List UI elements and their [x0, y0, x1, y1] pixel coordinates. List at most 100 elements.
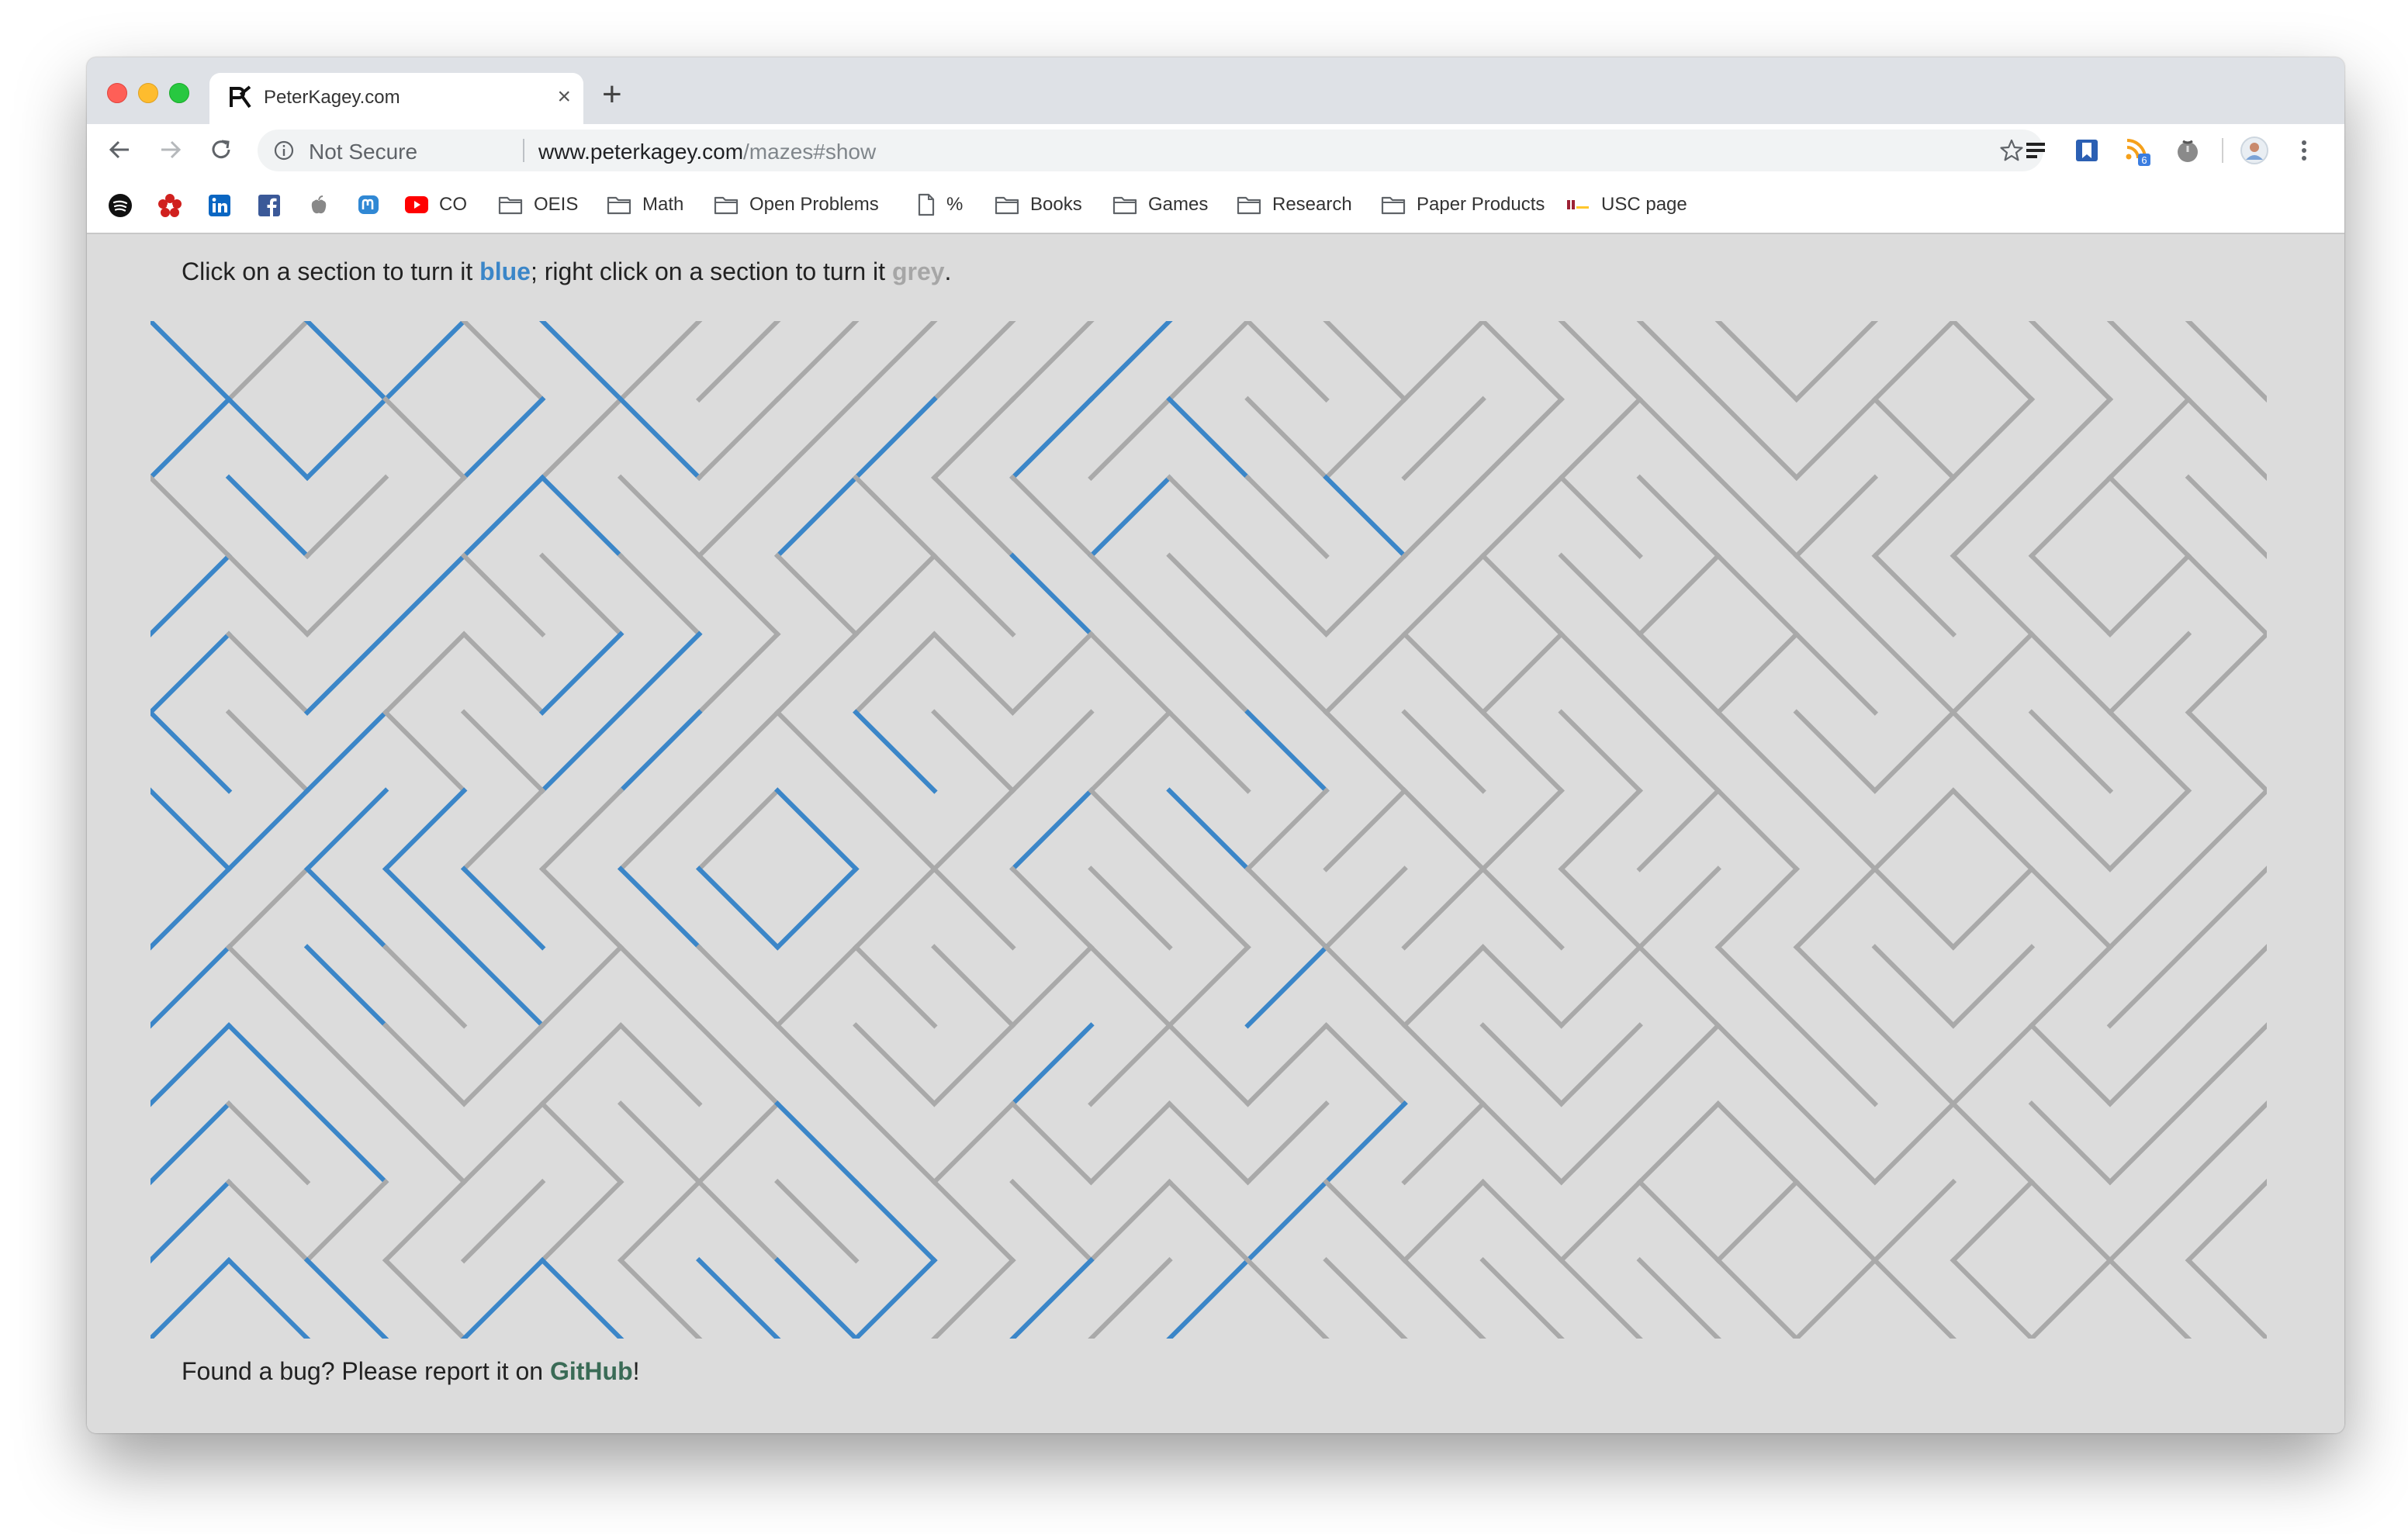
- maze-section-blue[interactable]: [1009, 396, 1095, 482]
- maze-section-grey[interactable]: [1636, 1178, 1721, 1264]
- maze-section-grey[interactable]: [1558, 865, 1643, 951]
- maze-section-grey[interactable]: [1950, 709, 2036, 794]
- maze-section-grey[interactable]: [696, 552, 781, 637]
- maze-section-grey[interactable]: [1714, 709, 1801, 794]
- maze-section-grey[interactable]: [2185, 1100, 2267, 1186]
- maze-section-grey[interactable]: [460, 1100, 546, 1186]
- maze-section-grey[interactable]: [1088, 396, 1173, 482]
- maze-section-grey[interactable]: [2028, 787, 2114, 872]
- maze-section-grey[interactable]: [617, 1022, 703, 1107]
- maze-section-grey[interactable]: [2185, 552, 2267, 637]
- maze-section-grey[interactable]: [538, 865, 624, 951]
- maze-section-grey[interactable]: [1479, 552, 1565, 637]
- maze-section-grey[interactable]: [1714, 1022, 1801, 1107]
- maze-section-blue[interactable]: [460, 944, 546, 1029]
- maze-section-blue[interactable]: [617, 631, 703, 716]
- maze-section-grey[interactable]: [1323, 944, 1408, 1029]
- maze-section-grey[interactable]: [931, 552, 1016, 637]
- zoom-window-button[interactable]: [169, 83, 189, 103]
- maze-section-grey[interactable]: [1793, 709, 1879, 794]
- maze-section-grey[interactable]: [1714, 944, 1801, 1029]
- maze-section-grey[interactable]: [1479, 944, 1565, 1029]
- maze-section-grey[interactable]: [303, 552, 389, 637]
- maze-section-grey[interactable]: [1323, 1256, 1408, 1339]
- maze-section-grey[interactable]: [382, 631, 468, 716]
- maze-section-grey[interactable]: [225, 1100, 311, 1186]
- maze-section-grey[interactable]: [1950, 1256, 2036, 1339]
- maze-canvas[interactable]: [150, 321, 2267, 1339]
- maze-section-blue[interactable]: [1009, 1022, 1095, 1107]
- maze-section-grey[interactable]: [225, 552, 311, 637]
- maze-section-blue[interactable]: [1088, 321, 1173, 403]
- maze-section-grey[interactable]: [1401, 1178, 1486, 1264]
- maze-section-grey[interactable]: [1558, 944, 1643, 1029]
- maze-section-grey[interactable]: [382, 474, 468, 560]
- maze-section-grey[interactable]: [853, 631, 938, 716]
- maze-section-grey[interactable]: [1479, 865, 1565, 951]
- maze-section-blue[interactable]: [150, 396, 233, 482]
- maze-section-blue[interactable]: [150, 631, 233, 716]
- maze-section-grey[interactable]: [1244, 631, 1330, 716]
- maze-section-grey[interactable]: [2106, 787, 2192, 872]
- maze-section-blue[interactable]: [853, 1178, 938, 1264]
- maze-section-grey[interactable]: [1793, 1100, 1879, 1186]
- maze-section-blue[interactable]: [538, 1256, 624, 1339]
- maze-section-grey[interactable]: [1871, 709, 1957, 794]
- maze-section-grey[interactable]: [460, 787, 546, 872]
- maze-section-grey[interactable]: [1793, 1178, 1879, 1264]
- maze-section-grey[interactable]: [1401, 787, 1486, 872]
- maze-section-grey[interactable]: [1401, 396, 1486, 482]
- maze-section-grey[interactable]: [1401, 709, 1486, 794]
- maze-section-grey[interactable]: [1009, 865, 1095, 951]
- maze-section-grey[interactable]: [2185, 396, 2267, 482]
- maze-section-grey[interactable]: [1479, 474, 1565, 560]
- maze-section-grey[interactable]: [2185, 787, 2267, 872]
- maze-section-grey[interactable]: [1558, 396, 1643, 482]
- maze-section-grey[interactable]: [538, 787, 624, 872]
- maze-section-grey[interactable]: [2028, 552, 2114, 637]
- maze-section-grey[interactable]: [1401, 1100, 1486, 1186]
- maze-section-grey[interactable]: [1088, 552, 1173, 637]
- maze-section-blue[interactable]: [538, 321, 624, 403]
- maze-section-grey[interactable]: [1009, 709, 1095, 794]
- maze-section-grey[interactable]: [1244, 396, 1330, 482]
- maze-section-grey[interactable]: [2185, 631, 2267, 716]
- maze-section-grey[interactable]: [2028, 396, 2114, 482]
- maze-section-grey[interactable]: [382, 1256, 468, 1339]
- bookmark-oeis[interactable]: OEIS: [498, 191, 578, 219]
- maze-section-grey[interactable]: [1088, 1256, 1173, 1339]
- maze-section-grey[interactable]: [460, 1178, 546, 1264]
- maze-section-grey[interactable]: [2185, 1022, 2267, 1107]
- maze-section-grey[interactable]: [1636, 944, 1721, 1029]
- maze-section-grey[interactable]: [2028, 631, 2114, 716]
- maze-section-blue[interactable]: [1009, 552, 1095, 637]
- maze-section-grey[interactable]: [1950, 1022, 2036, 1107]
- maze-section-grey[interactable]: [1009, 944, 1095, 1029]
- forward-icon[interactable]: [152, 132, 188, 168]
- maze-section-grey[interactable]: [617, 1256, 703, 1339]
- maze-section-grey[interactable]: [1401, 631, 1486, 716]
- maze-section-grey[interactable]: [931, 1256, 1016, 1339]
- maze-section-grey[interactable]: [617, 1100, 703, 1186]
- maze-section-blue[interactable]: [303, 787, 389, 872]
- maze-section-blue[interactable]: [774, 865, 860, 951]
- maze-section-grey[interactable]: [1088, 631, 1173, 716]
- maze-section-grey[interactable]: [931, 944, 1016, 1029]
- maze-section-grey[interactable]: [1323, 865, 1408, 951]
- maze-section-blue[interactable]: [150, 1256, 233, 1339]
- maze-section-grey[interactable]: [1636, 321, 1721, 403]
- maze-section-grey[interactable]: [1793, 787, 1879, 872]
- maze-section-grey[interactable]: [1088, 865, 1173, 951]
- maze-section-grey[interactable]: [1793, 474, 1879, 560]
- bookmark-research[interactable]: Research: [1237, 191, 1352, 219]
- maze-section-grey[interactable]: [1793, 1256, 1879, 1339]
- maze-section-grey[interactable]: [1401, 944, 1486, 1029]
- maze-section-grey[interactable]: [1950, 1178, 2036, 1264]
- maze-section-grey[interactable]: [696, 396, 781, 482]
- maze-section-grey[interactable]: [2185, 709, 2267, 794]
- maze-section-blue[interactable]: [382, 321, 468, 403]
- linkedin-icon[interactable]: [206, 192, 233, 219]
- maze-section-grey[interactable]: [1401, 474, 1486, 560]
- maze-section-grey[interactable]: [931, 474, 1016, 560]
- maze-section-grey[interactable]: [1871, 944, 1957, 1029]
